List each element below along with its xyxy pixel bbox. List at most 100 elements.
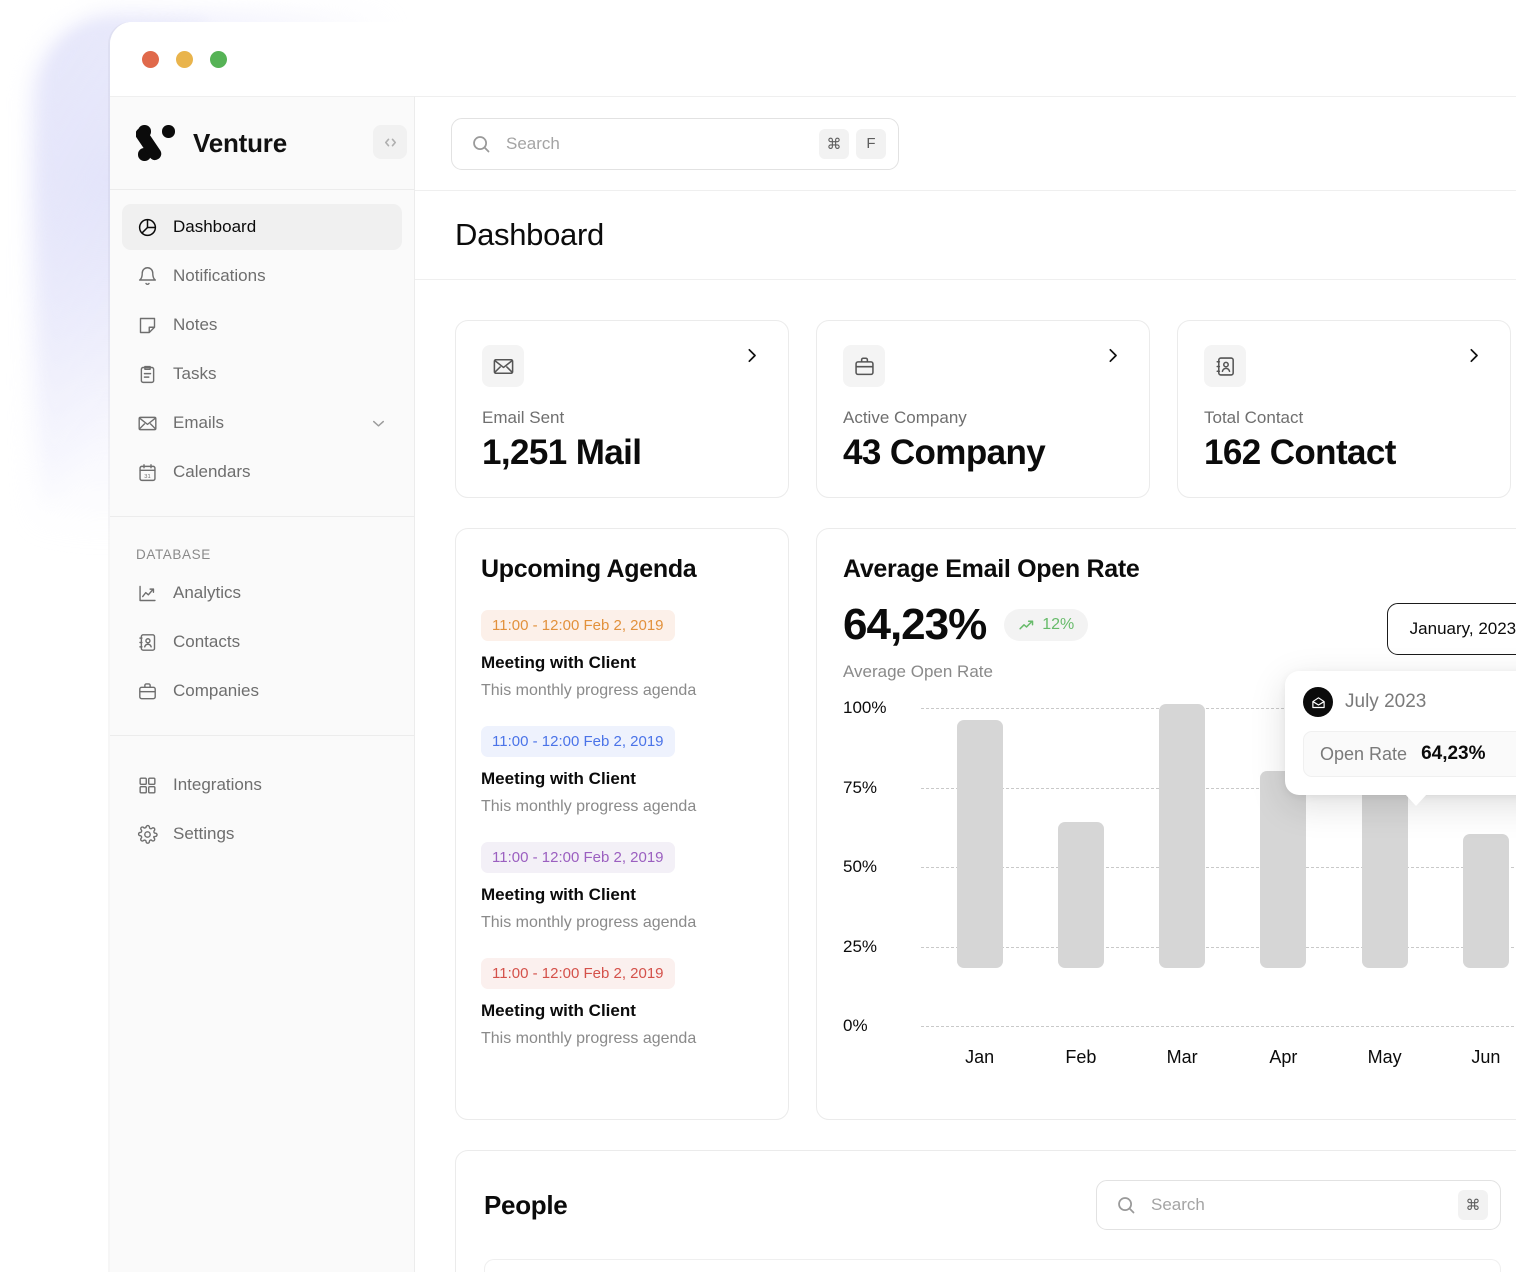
sidebar-item-emails[interactable]: Emails [122, 400, 402, 446]
people-search[interactable]: ⌘ [1096, 1180, 1501, 1230]
chart-bar[interactable] [956, 719, 1003, 968]
open-envelope-icon [1303, 687, 1333, 717]
sidebar-primary-nav: Dashboard Notifications Notes Tasks Emai… [110, 190, 414, 517]
sidebar-item-label: Notifications [173, 266, 266, 285]
upcoming-agenda-card: Upcoming Agenda 11:00 - 12:00 Feb 2, 201… [455, 528, 789, 1120]
agenda-list-item[interactable]: 11:00 - 12:00 Feb 2, 2019 Meeting with C… [481, 958, 763, 1048]
trending-up-icon [1018, 617, 1035, 634]
agenda-list-item[interactable]: 11:00 - 12:00 Feb 2, 2019 Meeting with C… [481, 726, 763, 816]
chart-bar[interactable] [1057, 821, 1104, 968]
stat-card-header [1204, 345, 1484, 387]
chart-y-tick-label: 50% [843, 857, 878, 876]
sidebar-section-label: DATABASE [136, 547, 211, 562]
sidebar-item-dashboard[interactable]: Dashboard [122, 204, 402, 250]
chart-x-tick-label: Jun [1471, 1047, 1501, 1067]
note-icon [136, 314, 158, 336]
people-title: People [484, 1189, 568, 1220]
chart-x-tick-label: May [1367, 1047, 1402, 1067]
app-body: Venture Dashboard Notifications Notes Ta… [110, 96, 1516, 1272]
sidebar-brand[interactable]: Venture [110, 97, 414, 190]
window-minimize-button[interactable] [176, 50, 193, 68]
stat-card-email-sent[interactable]: Email Sent 1,251 Mail [455, 320, 789, 498]
chart-y-tick-label: 25% [843, 936, 878, 956]
contact-book-icon [1204, 345, 1246, 387]
chart-x-tick-label: Feb [1065, 1047, 1097, 1067]
tooltip-month-label: July 2023 [1345, 691, 1427, 712]
clipboard-icon [136, 363, 158, 385]
stat-card-value: 162 Contact [1204, 433, 1396, 472]
sidebar-footer-nav: Integrations Settings [110, 736, 414, 860]
briefcase-icon [843, 345, 885, 387]
agenda-item-desc: This monthly progress agenda [481, 914, 697, 931]
agenda-item-desc: This monthly progress agenda [481, 682, 697, 699]
search-input[interactable] [506, 133, 812, 154]
chart-bar-column[interactable]: Mar [1132, 704, 1233, 1067]
chevron-right-icon[interactable] [1102, 345, 1123, 366]
sidebar-item-label: Notes [173, 315, 218, 334]
shortcut-key-f: F [856, 128, 886, 159]
sidebar-item-label: Companies [173, 681, 259, 700]
agenda-item-desc: This monthly progress agenda [481, 798, 697, 815]
chevron-right-icon[interactable] [1463, 345, 1484, 366]
date-range-selector[interactable]: January, 2023 - December, 2023 [1386, 603, 1516, 655]
tooltip-metric-label: Open Rate [1320, 743, 1408, 764]
agenda-item-title: Meeting with Client [481, 885, 636, 904]
chart-bar-column[interactable]: Jan [929, 704, 1030, 1067]
agenda-item-title: Meeting with Client [481, 653, 636, 672]
stat-card-total-contact[interactable]: Total Contact 162 Contact [1177, 320, 1511, 498]
window-close-button[interactable] [142, 50, 159, 68]
chart-x-tick-label: Apr [1269, 1047, 1298, 1067]
sidebar-item-label: Dashboard [173, 217, 257, 236]
sidebar-item-notes[interactable]: Notes [122, 302, 402, 348]
chevron-right-icon[interactable] [741, 345, 762, 366]
people-search-input[interactable] [1151, 1195, 1451, 1215]
chart-bar[interactable] [1159, 704, 1206, 968]
agenda-item-title: Meeting with Client [481, 1001, 636, 1020]
sidebar-item-notifications[interactable]: Notifications [122, 253, 402, 299]
sidebar-item-analytics[interactable]: Analytics [122, 570, 402, 616]
main-area: ⌘ F Dashboard [415, 96, 1516, 1272]
agenda-time-chip: 11:00 - 12:00 Feb 2, 2019 [481, 610, 675, 641]
shortcut-key-cmd: ⌘ [1458, 1190, 1488, 1220]
sidebar-item-label: Settings [173, 824, 235, 843]
chart-x-tick-label: Jan [965, 1047, 995, 1067]
agenda-list-item[interactable]: 11:00 - 12:00 Feb 2, 2019 Meeting with C… [481, 610, 763, 700]
brand-name: Venture [193, 127, 287, 158]
sidebar-database-nav: DATABASE Analytics Contacts Companies [110, 517, 414, 736]
sidebar-item-contacts[interactable]: Contacts [122, 619, 402, 665]
sidebar-item-label: Integrations [173, 775, 262, 794]
chevron-down-icon[interactable] [369, 414, 388, 433]
chart-x-tick-label: Mar [1166, 1047, 1198, 1067]
chart-kpi-value: 64,23% [843, 600, 987, 649]
sidebar-item-label: Emails [173, 413, 225, 432]
page-title: Dashboard [455, 217, 604, 252]
chart-bar[interactable] [1462, 834, 1509, 968]
stat-card-label: Email Sent [482, 408, 565, 427]
agenda-item-title: Meeting with Client [481, 769, 636, 788]
sidebar-item-companies[interactable]: Companies [122, 668, 402, 714]
sidebar-item-calendars[interactable]: 31 Calendars [122, 449, 402, 495]
search-icon [1115, 1194, 1137, 1216]
global-search[interactable]: ⌘ F [451, 117, 899, 170]
stat-card-active-company[interactable]: Active Company 43 Company [816, 320, 1150, 498]
trend-badge: 12% [1004, 609, 1089, 641]
agenda-list-item[interactable]: 11:00 - 12:00 Feb 2, 2019 Meeting with C… [481, 842, 763, 932]
tooltip-metric-value: 64,23% [1421, 743, 1486, 764]
dashboard-content: Email Sent 1,251 Mail Active Company 43 … [415, 280, 1516, 1272]
shortcut-key-cmd: ⌘ [819, 128, 849, 159]
grid-icon [136, 774, 158, 796]
email-open-rate-card: Average Email Open Rate 64,23% 12% Avera… [816, 528, 1516, 1120]
window-maximize-button[interactable] [210, 50, 227, 68]
app-window: Venture Dashboard Notifications Notes Ta… [110, 22, 1516, 1272]
chart-gridline [921, 1026, 1516, 1027]
collapse-sidebar-icon[interactable] [373, 125, 407, 159]
chart-bar-column[interactable]: Feb [1030, 704, 1131, 1067]
agenda-time-chip: 11:00 - 12:00 Feb 2, 2019 [481, 726, 675, 757]
sidebar-item-tasks[interactable]: Tasks [122, 351, 402, 397]
sidebar-item-settings[interactable]: Settings [122, 811, 402, 857]
chart-title: Average Email Open Rate [843, 555, 1140, 583]
chart-bar[interactable] [1260, 770, 1307, 968]
stat-card-row: Email Sent 1,251 Mail Active Company 43 … [455, 320, 1516, 498]
venture-logo-icon [136, 122, 178, 164]
sidebar-item-integrations[interactable]: Integrations [122, 762, 402, 808]
